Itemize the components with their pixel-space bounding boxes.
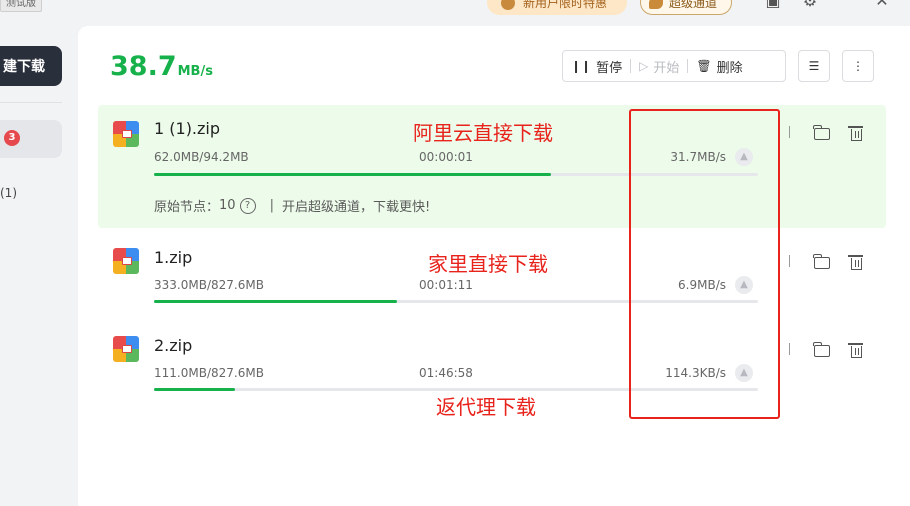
folder-icon[interactable] bbox=[813, 342, 830, 357]
clipboard-icon[interactable]: ▣ bbox=[764, 0, 782, 10]
zip-file-icon bbox=[113, 248, 139, 274]
play-icon: ▷ bbox=[639, 59, 649, 73]
pause-button[interactable]: ❙❙ 暂停 bbox=[563, 51, 630, 81]
folder-icon[interactable] bbox=[813, 125, 830, 140]
start-button[interactable]: ▷ 开始 bbox=[631, 51, 687, 81]
progress-fill bbox=[154, 388, 235, 391]
annotation-aliyun: 阿里云直接下载 bbox=[413, 121, 553, 145]
folder-icon[interactable] bbox=[813, 254, 830, 269]
delete-row-icon[interactable] bbox=[848, 255, 863, 270]
total-speed-value: 38.7 bbox=[110, 51, 177, 82]
rocket-icon bbox=[649, 0, 663, 9]
annotation-home: 家里直接下载 bbox=[428, 252, 548, 276]
sidebar-item-completed[interactable]: (1) bbox=[0, 186, 17, 200]
elapsed-time: 00:01:11 bbox=[419, 278, 473, 292]
delete-label: 删除 bbox=[716, 60, 743, 76]
beta-badge: 测试版 bbox=[0, 0, 42, 12]
delete-row-icon[interactable] bbox=[848, 126, 863, 141]
super-channel-label: 超级通道 bbox=[669, 0, 718, 10]
trash-icon: 🗑 bbox=[696, 59, 712, 73]
pause-label: 暂停 bbox=[596, 60, 623, 76]
progress-fill bbox=[154, 173, 552, 176]
gift-icon bbox=[501, 0, 515, 10]
super-channel-button[interactable]: 超级通道 bbox=[640, 0, 732, 15]
file-name: 2.zip bbox=[154, 336, 193, 355]
row-action-divider bbox=[789, 126, 790, 138]
sidebar-divider bbox=[0, 102, 62, 103]
progress-fill bbox=[154, 300, 397, 303]
new-download-button[interactable]: 建下载 bbox=[0, 46, 62, 86]
delete-row-icon[interactable] bbox=[848, 343, 863, 358]
file-size: 62.0MB/94.2MB bbox=[154, 150, 249, 164]
elapsed-time: 01:46:58 bbox=[419, 366, 473, 380]
downloading-count-badge: 3 bbox=[4, 130, 20, 146]
total-speed: 38.7MB/s bbox=[110, 51, 213, 82]
more-menu-button[interactable]: ⋮ bbox=[842, 50, 874, 82]
file-size: 111.0MB/827.6MB bbox=[154, 366, 264, 380]
node-label: 原始节点： bbox=[154, 200, 220, 215]
promo-label: 新用户限时特惠 bbox=[523, 0, 608, 10]
total-speed-unit: MB/s bbox=[177, 64, 213, 79]
file-name: 1 (1).zip bbox=[154, 119, 221, 138]
pause-icon: ❙❙ bbox=[571, 59, 592, 73]
list-view-button[interactable]: ☰ bbox=[798, 50, 830, 82]
speed-highlight-box bbox=[629, 109, 780, 419]
node-info: 原始节点： 10 ? | 开启超级通道，下载更快! bbox=[154, 196, 430, 215]
row-action-divider bbox=[789, 343, 790, 355]
file-size: 333.0MB/827.6MB bbox=[154, 278, 264, 292]
close-icon[interactable]: ✕ bbox=[873, 0, 891, 10]
row-action-divider bbox=[789, 255, 790, 267]
annotation-proxy: 返代理下载 bbox=[436, 395, 536, 419]
separator-pipe: | bbox=[269, 198, 274, 213]
start-label: 开始 bbox=[653, 60, 680, 76]
elapsed-time: 00:00:01 bbox=[419, 150, 473, 164]
zip-file-icon bbox=[113, 121, 139, 147]
batch-toolbar: ❙❙ 暂停 ▷ 开始 🗑 删除 bbox=[562, 50, 786, 82]
delete-button[interactable]: 🗑 删除 bbox=[688, 51, 750, 81]
zip-file-icon bbox=[113, 336, 139, 362]
super-channel-hint[interactable]: 开启超级通道，下载更快! bbox=[282, 196, 430, 215]
new-download-label: 建下载 bbox=[3, 59, 45, 75]
settings-icon[interactable]: ⚙ bbox=[801, 0, 819, 10]
file-name: 1.zip bbox=[154, 248, 193, 267]
help-icon[interactable]: ? bbox=[239, 197, 256, 214]
node-count: 10 bbox=[219, 198, 236, 213]
promo-button[interactable]: 新用户限时特惠 bbox=[487, 0, 627, 15]
